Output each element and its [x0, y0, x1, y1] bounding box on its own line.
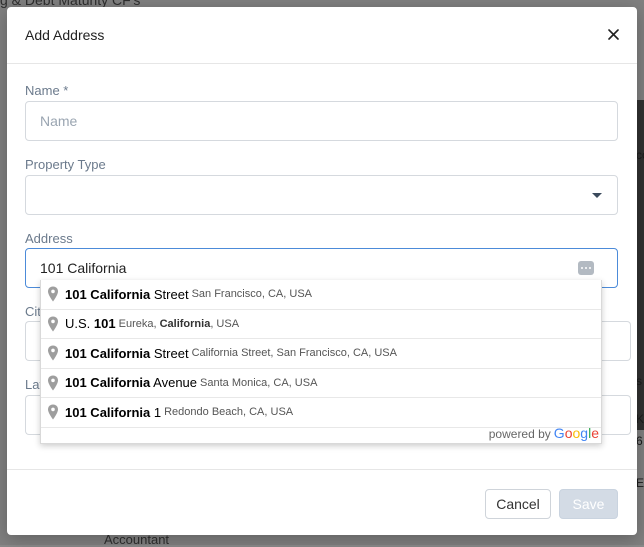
- property-type-select[interactable]: [25, 175, 618, 215]
- google-logo: Google: [553, 425, 599, 441]
- city-input-edge: [602, 321, 631, 361]
- suggestion-match-text: 101: [93, 316, 116, 332]
- suggestion-match-text: 101 California: [65, 345, 151, 361]
- suggestion-main-text: 101 California Street: [65, 286, 189, 302]
- suggestion-secondary-text: Redondo Beach, CA, USA: [164, 406, 294, 419]
- suggestion-secondary-text: California Street, San Francisco, CA, US…: [191, 347, 397, 360]
- map-pin-icon: [47, 286, 59, 302]
- city-label: Cit: [25, 304, 41, 319]
- footer-divider: [7, 469, 637, 470]
- suggestion-main-text: U.S. 101: [65, 316, 116, 332]
- lat-input-edge: [602, 395, 631, 435]
- map-pin-icon: [47, 404, 59, 420]
- powered-by-google: powered by Google: [489, 425, 599, 441]
- address-label: Address: [25, 231, 73, 246]
- name-input[interactable]: [40, 113, 603, 129]
- property-type-label: Property Type: [25, 157, 106, 172]
- suggestion-secondary-text: Eureka, California, USA: [118, 317, 240, 330]
- suggestion-item[interactable]: 101 California Street San Francisco, CA, …: [41, 280, 601, 310]
- name-label: Name *: [25, 83, 69, 98]
- suggestion-secondary-text: San Francisco, CA, USA: [191, 288, 312, 301]
- suggestion-match-text: 101 California: [65, 404, 151, 420]
- map-pin-icon: [47, 375, 59, 391]
- dialog-title: Add Address: [25, 27, 105, 43]
- attribution-text: powered by: [488, 427, 551, 441]
- suggestion-secondary-text: Santa Monica, CA, USA: [200, 376, 318, 389]
- add-address-dialog: Add Address Name * Property Type Address…: [7, 7, 637, 535]
- caret-down-icon: [592, 193, 602, 198]
- suggestion-match-text: 101 California: [65, 286, 151, 302]
- suggestion-item[interactable]: U.S. 101 Eureka, California, USA: [41, 310, 601, 339]
- more-options-icon[interactable]: [578, 261, 594, 275]
- close-button[interactable]: [603, 24, 623, 44]
- address-input[interactable]: [40, 260, 603, 276]
- save-button[interactable]: Save: [559, 489, 618, 519]
- address-suggestions-dropdown: 101 California Street San Francisco, CA, …: [40, 280, 602, 444]
- suggestion-item[interactable]: 101 California 1 Redondo Beach, CA, USA: [41, 398, 601, 428]
- suggestion-item[interactable]: 101 California Street California Street, …: [41, 339, 601, 369]
- suggestion-main-text: 101 California Street: [65, 345, 189, 361]
- suggestion-match-text: 101 California: [65, 375, 151, 391]
- suggestion-main-text: 101 California 1: [65, 404, 162, 420]
- name-field-container: [25, 101, 618, 141]
- close-icon: [607, 28, 619, 40]
- map-pin-icon: [47, 316, 59, 332]
- suggestion-item[interactable]: 101 California Avenue Santa Monica, CA, U…: [41, 369, 601, 398]
- dialog-header: Add Address: [7, 7, 637, 64]
- map-pin-icon: [47, 345, 59, 361]
- suggestion-main-text: 101 California Avenue: [65, 375, 198, 391]
- cancel-button[interactable]: Cancel: [485, 489, 551, 519]
